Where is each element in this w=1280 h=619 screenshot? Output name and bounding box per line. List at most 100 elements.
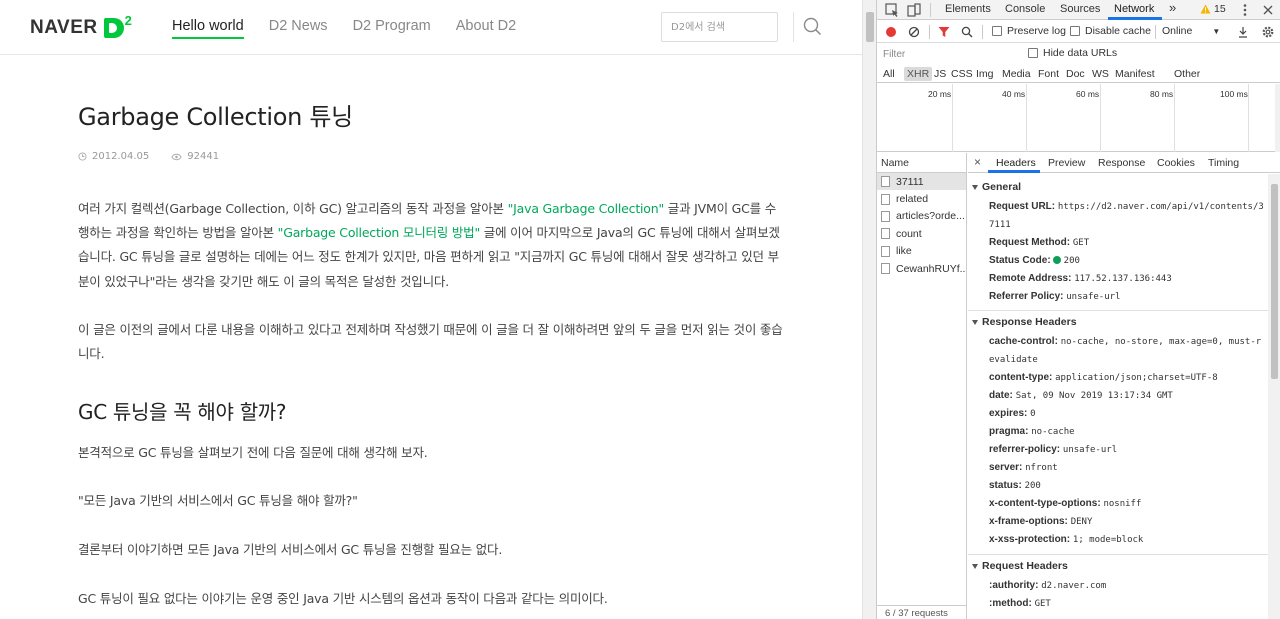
paragraph-question: "모든 Java 기반의 서비스에서 GC 튜닝을 해야 할까?"	[78, 493, 358, 508]
tab-cookies[interactable]: Cookies	[1157, 157, 1195, 169]
filter-icon[interactable]	[938, 26, 950, 38]
type-doc[interactable]: Doc	[1066, 68, 1085, 80]
detail-scrollbar-thumb[interactable]	[1271, 184, 1278, 379]
type-font[interactable]: Font	[1038, 68, 1059, 80]
type-css[interactable]: CSS	[951, 68, 973, 80]
gear-icon[interactable]	[1261, 25, 1275, 39]
header-value: application/json;charset=UTF-8	[1055, 373, 1218, 383]
network-overview-timeline[interactable]: 20 ms 40 ms 60 ms 80 ms 100 ms	[877, 84, 1280, 152]
type-manifest[interactable]: Manifest	[1115, 68, 1155, 80]
clock-icon	[78, 152, 87, 161]
headers-content: General Request URL: https://d2.naver.co…	[968, 174, 1268, 619]
type-ws[interactable]: WS	[1092, 68, 1109, 80]
tab-network[interactable]: Network	[1114, 3, 1154, 15]
tab-console[interactable]: Console	[1005, 3, 1045, 15]
nav-d2-news[interactable]: D2 News	[269, 18, 328, 39]
throttle-select[interactable]: Online ▼	[1162, 25, 1220, 37]
type-js[interactable]: JS	[934, 68, 946, 80]
type-media[interactable]: Media	[1002, 68, 1031, 80]
request-row[interactable]: CewanhRUYf...	[877, 260, 966, 277]
toolbar-divider-2	[982, 25, 983, 39]
main-nav: Hello world D2 News D2 Program About D2	[172, 18, 541, 39]
close-devtools-icon[interactable]	[1260, 2, 1276, 18]
site-header: NAVER 2 Hello world D2 News D2 Program A…	[0, 0, 862, 55]
toolbar-divider-3	[1155, 25, 1156, 39]
tab-headers[interactable]: Headers	[996, 157, 1036, 169]
nav-hello-world[interactable]: Hello world	[172, 18, 244, 39]
tab-timing[interactable]: Timing	[1208, 157, 1239, 169]
response-header-row: server: nfront	[989, 459, 1264, 477]
close-detail-icon[interactable]: ×	[974, 155, 981, 169]
response-headers-toggle[interactable]: Response Headers	[972, 316, 1077, 328]
search-icon[interactable]	[800, 14, 826, 40]
response-header-row: x-content-type-options: nosniff	[989, 495, 1264, 513]
link-gc-monitoring[interactable]: "Garbage Collection 모니터링 방법"	[278, 225, 481, 240]
header-row-remote: Remote Address: 117.52.137.136:443	[989, 270, 1264, 288]
request-headers-toggle[interactable]: Request Headers	[972, 560, 1068, 572]
kebab-menu-icon[interactable]	[1237, 2, 1253, 18]
article-date: 2012.04.05	[78, 151, 149, 162]
detail-scrollbar[interactable]	[1268, 174, 1280, 619]
request-row[interactable]: related	[877, 190, 966, 207]
request-name: articles?orde...	[896, 210, 965, 223]
timeline-tick-label: 60 ms	[1076, 89, 1100, 99]
type-all[interactable]: All	[883, 68, 895, 80]
import-har-icon[interactable]	[1237, 26, 1249, 38]
hide-data-urls-box[interactable]	[1028, 48, 1038, 58]
type-img[interactable]: Img	[976, 68, 994, 80]
page-scrollbar-thumb[interactable]	[866, 12, 874, 42]
tab-sources[interactable]: Sources	[1060, 3, 1100, 15]
page-scrollbar[interactable]	[862, 0, 876, 619]
tab-preview[interactable]: Preview	[1048, 157, 1085, 169]
nav-d2-program[interactable]: D2 Program	[353, 18, 431, 39]
search-input[interactable]	[661, 12, 778, 42]
request-row[interactable]: count	[877, 225, 966, 242]
header-key: server:	[989, 462, 1023, 473]
device-toolbar-icon[interactable]	[906, 2, 922, 18]
response-header-row-cont: evalidate	[989, 351, 1264, 369]
article-meta: 2012.04.05 92441	[78, 151, 241, 162]
header-row-request-url-cont: 7111	[989, 216, 1264, 234]
warnings-badge[interactable]: 15	[1200, 3, 1226, 15]
filter-input[interactable]	[881, 47, 1011, 62]
file-icon	[881, 263, 890, 275]
overview-scrollbar[interactable]	[1275, 84, 1280, 152]
disable-cache-checkbox[interactable]: Disable cache	[1070, 25, 1151, 37]
devtools-panel: Elements Console Sources Network » 15 Pr…	[876, 0, 1280, 619]
request-row[interactable]: articles?orde...	[877, 208, 966, 225]
warnings-count: 15	[1214, 3, 1226, 15]
type-other[interactable]: Other	[1174, 68, 1200, 80]
network-toolbar: Preserve log Disable cache Online ▼	[877, 21, 1280, 43]
paragraph-prerequisite: 이 글은 이전의 글에서 다룬 내용을 이해하고 있다고 전제하며 작성했기 때…	[78, 322, 783, 362]
request-row[interactable]: like	[877, 243, 966, 260]
header-value: 7111	[989, 220, 1011, 230]
preserve-log-checkbox[interactable]: Preserve log	[992, 25, 1066, 37]
general-section-toggle[interactable]: General	[972, 181, 1021, 193]
request-name: count	[896, 227, 922, 240]
header-value: 200	[1063, 256, 1080, 266]
response-headers-title: Response Headers	[982, 316, 1077, 328]
header-key: cache-control:	[989, 336, 1058, 347]
header-value: no-cache	[1031, 427, 1075, 437]
more-tabs-icon[interactable]: »	[1169, 0, 1176, 15]
disable-cache-box[interactable]	[1070, 26, 1080, 36]
inspect-element-icon[interactable]	[884, 2, 900, 18]
search-network-icon[interactable]	[961, 26, 973, 38]
naver-d2-logo[interactable]: NAVER 2	[30, 13, 134, 40]
timeline-tick-label: 100 ms	[1220, 89, 1248, 99]
request-row[interactable]: 37111	[877, 173, 966, 191]
clear-icon[interactable]	[908, 26, 920, 38]
hide-data-urls-checkbox[interactable]: Hide data URLs	[1028, 47, 1117, 59]
type-xhr[interactable]: XHR	[904, 67, 933, 81]
nav-about-d2[interactable]: About D2	[456, 18, 516, 39]
status-ok-icon	[1052, 256, 1061, 264]
paragraph-question-intro: 본격적으로 GC 튜닝을 살펴보기 전에 다음 질문에 대해 생각해 보자.	[78, 445, 428, 460]
name-column-header[interactable]: Name	[877, 153, 966, 173]
preserve-log-box[interactable]	[992, 26, 1002, 36]
request-header-row: :method: GET	[989, 595, 1264, 613]
tab-response[interactable]: Response	[1098, 157, 1145, 169]
resource-type-filters: All XHR JS CSS Img Media Font Doc WS Man…	[877, 65, 1280, 83]
link-java-gc[interactable]: "Java Garbage Collection"	[508, 201, 665, 216]
tab-elements[interactable]: Elements	[945, 3, 991, 15]
record-icon[interactable]	[885, 26, 897, 38]
